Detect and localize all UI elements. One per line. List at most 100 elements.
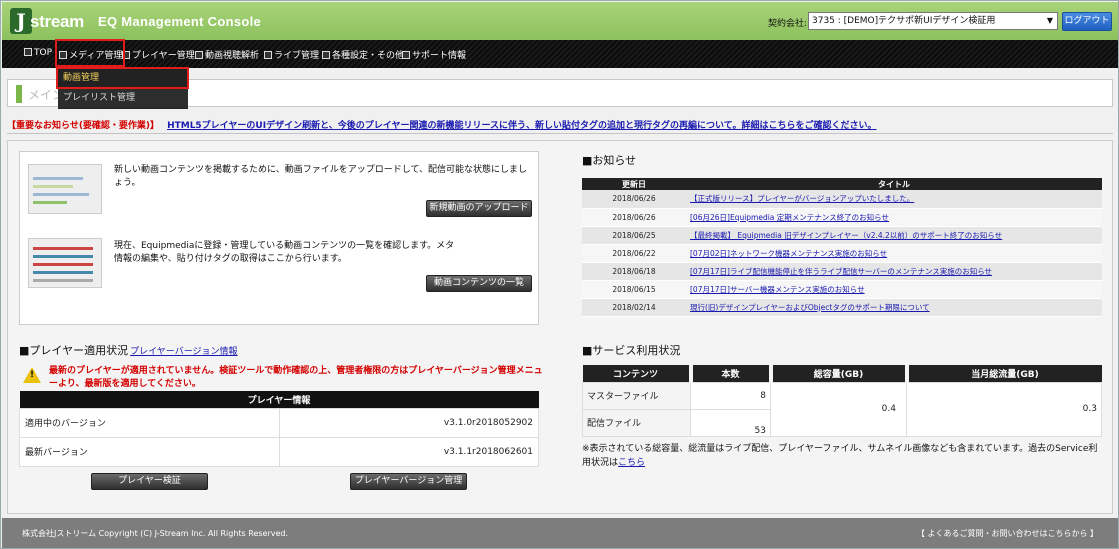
upload-description: 新しい動画コンテンツを掲載するために、動画ファイルをアップロードして、配信可能な… bbox=[114, 165, 528, 188]
checkbox-icon bbox=[402, 51, 410, 59]
news-title-link[interactable]: [07月17日]サーバー機器メンテンス実施のお知らせ bbox=[686, 285, 865, 294]
table-row: 2018/06/15 [07月17日]サーバー機器メンテンス実施のお知らせ bbox=[582, 280, 1102, 299]
contract-label: 契約会社: bbox=[768, 19, 808, 29]
player-info-table: プレイヤー情報 適用中のバージョン v3.1.0r2018052902 最新バージ… bbox=[19, 391, 539, 467]
news-title-link[interactable]: 現行(旧)デザインプレイヤーおよびObjectタグのサポート期限について bbox=[686, 303, 930, 312]
highlight-video-management bbox=[56, 67, 189, 89]
video-list-description: 現在、Equipmediaに登録・管理している動画コンテンツの一覧を確認します。… bbox=[114, 241, 455, 264]
total-capacity: 0.4 bbox=[770, 381, 907, 437]
news-date: 2018/06/22 bbox=[582, 244, 686, 263]
nav-item-top[interactable]: TOP bbox=[24, 48, 52, 58]
table-row: 2018/06/26 【正式版リリース】プレイヤーがバージョンアップいたしました。 bbox=[582, 190, 1102, 209]
nav-item-label: 各種設定・その他 bbox=[332, 51, 405, 61]
service-usage-heading: ■サービス利用状況 bbox=[582, 344, 681, 357]
delivery-file-label: 配信ファイル bbox=[582, 408, 691, 437]
news-col-title: タイトル bbox=[686, 178, 1102, 190]
video-list-button[interactable]: 動画コンテンツの一覧 bbox=[426, 275, 532, 292]
nav-item-support[interactable]: サポート情報 bbox=[402, 48, 466, 61]
contract-select[interactable]: 3735 : [DEMO]テクサポ新UIデザイン検証用 ▼ bbox=[808, 12, 1058, 30]
header: J stream EQ Management Console 契約会社: 373… bbox=[2, 2, 1118, 40]
latest-version-value: v3.1.1r2018062601 bbox=[279, 436, 539, 467]
table-row: 2018/06/22 [07月02日]ネットワーク機器メンテナンス実施のお知らせ bbox=[582, 244, 1102, 263]
nav-item-label: プレイヤー管理 bbox=[132, 51, 195, 61]
player-status-title: ■プレイヤー適用状況 bbox=[19, 344, 129, 357]
master-file-count: 8 bbox=[690, 381, 771, 410]
menu-item-playlist-management[interactable]: プレイリスト管理 bbox=[58, 88, 188, 108]
title-accent bbox=[16, 85, 22, 103]
svc-col-capacity: 総容量(GB) bbox=[770, 365, 909, 382]
svc-col-traffic: 当月総流量(GB) bbox=[906, 365, 1102, 382]
news-title-link[interactable]: [07月02日]ネットワーク機器メンテナンス実施のお知らせ bbox=[686, 249, 887, 258]
nav-item-label: ライブ管理 bbox=[274, 51, 320, 61]
news-date: 2018/06/25 bbox=[582, 226, 686, 245]
table-row: 2018/06/18 [07月17日]ライブ配信機能停止を伴うライブ配信サーバーの… bbox=[582, 262, 1102, 281]
service-note: ※表示されている総容量、総流量はライブ配信、プレイヤーファイル、サムネイル画像な… bbox=[582, 442, 1104, 470]
checkbox-icon bbox=[264, 51, 272, 59]
warning-text: 最新のプレイヤーが適用されていません。検証ツールで動作確認の上、管理者権限の方は… bbox=[49, 366, 543, 389]
news-date: 2018/06/18 bbox=[582, 262, 686, 281]
nav-item-live[interactable]: ライブ管理 bbox=[264, 48, 319, 61]
contract-select-value: 3735 : [DEMO]テクサポ新UIデザイン検証用 bbox=[812, 16, 996, 26]
nav-item-label: TOP bbox=[34, 48, 53, 58]
faq-link[interactable]: 【 よくあるご質問・お問い合わせはこちらから 】 bbox=[917, 528, 1098, 539]
table-row: 2018/02/14 現行(旧)デザインプレイヤーおよびObjectタグのサポート… bbox=[582, 298, 1102, 317]
player-info-title: プレイヤー情報 bbox=[19, 391, 539, 408]
news-date: 2018/06/26 bbox=[582, 208, 686, 227]
app-window: J stream EQ Management Console 契約会社: 373… bbox=[0, 0, 1119, 549]
checkbox-icon bbox=[195, 51, 203, 59]
player-version-info-link[interactable]: プレイヤーバージョン情報 bbox=[130, 347, 237, 357]
delivery-file-count: 53 bbox=[690, 408, 771, 437]
service-usage-table: コンテンツ 本数 総容量(GB) 当月総流量(GB) マスターファイル 8 0.… bbox=[582, 365, 1102, 437]
nav-item-settings[interactable]: 各種設定・その他 bbox=[322, 48, 404, 61]
nav-item-player[interactable]: プレイヤー管理 bbox=[122, 48, 195, 61]
main-nav: TOP メディア管理 プレイヤー管理 動画視聴解析 ライブ管理 各種設定・その他… bbox=[2, 40, 1118, 68]
logo-text: stream bbox=[30, 12, 84, 31]
jstream-logo[interactable]: J stream bbox=[10, 8, 88, 34]
news-title-link[interactable]: 【正式版リリース】プレイヤーがバージョンアップいたしました。 bbox=[686, 194, 914, 203]
quick-actions-panel: 新しい動画コンテンツを掲載するために、動画ファイルをアップロードして、配信可能な… bbox=[19, 151, 539, 325]
table-row: 2018/06/25 【最終掲載】 Equipmedia 旧デザインプレイヤー（v… bbox=[582, 226, 1102, 245]
news-date: 2018/06/15 bbox=[582, 280, 686, 299]
monthly-traffic: 0.3 bbox=[906, 381, 1102, 437]
notice-link[interactable]: HTML5プレイヤーのUIデザイン刷新と、今後のプレイヤー関連の新機能リリースに… bbox=[167, 121, 876, 131]
current-version-label: 適用中のバージョン bbox=[19, 407, 280, 438]
important-notice: 【重要なお知らせ(要確認・要作業)】 HTML5プレイヤーのUIデザイン刷新と、今… bbox=[7, 118, 1113, 131]
past-usage-link[interactable]: こちら bbox=[618, 458, 645, 468]
table-row: 最新バージョン v3.1.1r2018062601 bbox=[19, 436, 539, 467]
table-row: 2018/06/26 [06月26日]Equipmedia 定期メンテナンス終了の… bbox=[582, 208, 1102, 227]
news-title-link[interactable]: [06月26日]Equipmedia 定期メンテナンス終了のお知らせ bbox=[686, 213, 889, 222]
service-note-text: ※表示されている総容量、総流量はライブ配信、プレイヤーファイル、サムネイル画像な… bbox=[582, 444, 1098, 468]
news-title-link[interactable]: 【最終掲載】 Equipmedia 旧デザインプレイヤー（v2.4.2以前）のサ… bbox=[686, 231, 1002, 240]
svc-col-count: 本数 bbox=[690, 365, 773, 382]
highlight-media-nav bbox=[55, 39, 125, 67]
upload-thumbnail bbox=[28, 164, 102, 214]
news-date: 2018/02/14 bbox=[582, 298, 686, 317]
checkbox-icon bbox=[24, 48, 32, 56]
logo-mark: J bbox=[10, 8, 32, 34]
nav-item-analytics[interactable]: 動画視聴解析 bbox=[195, 48, 259, 61]
divider bbox=[7, 133, 1113, 134]
upload-video-button[interactable]: 新規動画のアップロード bbox=[426, 200, 532, 217]
table-row: 適用中のバージョン v3.1.0r2018052902 bbox=[19, 407, 539, 438]
news-date: 2018/06/26 bbox=[582, 190, 686, 209]
notice-tag: 【重要なお知らせ(要確認・要作業)】 bbox=[7, 121, 160, 131]
table-row: マスターファイル 8 0.4 0.3 bbox=[582, 381, 1102, 437]
nav-item-label: サポート情報 bbox=[412, 51, 467, 61]
video-list-thumbnail bbox=[28, 238, 102, 288]
news-title-link[interactable]: [07月17日]ライブ配信機能停止を伴うライブ配信サーバーのメンテナンス実施のお… bbox=[686, 267, 992, 276]
player-verify-button[interactable]: プレイヤー検証 bbox=[91, 473, 208, 490]
logout-button[interactable]: ログアウト bbox=[1062, 12, 1112, 31]
news-table: 更新日 タイトル 2018/06/26 【正式版リリース】プレイヤーがバージョンア… bbox=[582, 178, 1102, 317]
checkbox-icon bbox=[322, 51, 330, 59]
player-version-manage-button[interactable]: プレイヤーバージョン管理 bbox=[350, 473, 467, 490]
copyright: 株式会社Jストリーム Copyright (C) J-Stream Inc. A… bbox=[22, 529, 289, 538]
news-heading: ■お知らせ bbox=[582, 154, 637, 167]
svc-col-content: コンテンツ bbox=[582, 365, 693, 382]
footer: 株式会社Jストリーム Copyright (C) J-Stream Inc. A… bbox=[2, 518, 1118, 548]
console-title: EQ Management Console bbox=[98, 14, 262, 29]
news-col-date: 更新日 bbox=[582, 178, 686, 190]
master-file-label: マスターファイル bbox=[582, 381, 691, 410]
nav-item-label: 動画視聴解析 bbox=[205, 51, 260, 61]
latest-version-label: 最新バージョン bbox=[19, 436, 280, 467]
player-status-heading: ■プレイヤー適用状況 プレイヤーバージョン情報 bbox=[19, 342, 238, 358]
